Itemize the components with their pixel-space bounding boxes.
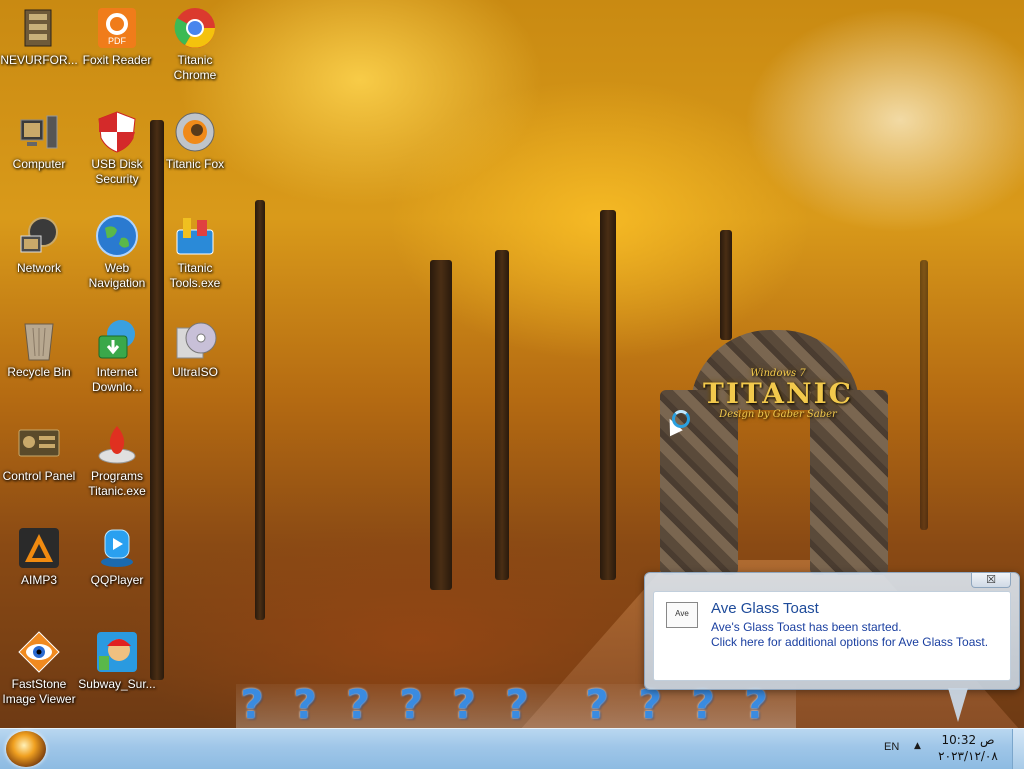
start-button[interactable]	[6, 731, 46, 767]
question-mark-icon[interactable]: ?	[393, 682, 429, 728]
desktop-icon-ultraiso[interactable]: UltraISO	[156, 318, 234, 380]
archive-icon	[17, 6, 61, 50]
desktop-icon-label: Programs Titanic.exe	[88, 469, 146, 498]
svg-text:PDF: PDF	[108, 36, 127, 46]
titanic-logo: Windows 7 TITANIC Design by Gaber Saber	[688, 368, 868, 420]
tree-trunk	[600, 210, 616, 580]
control-panel-icon	[17, 422, 61, 466]
desktop-icon-nevurfor[interactable]: NEVURFOR...	[0, 6, 78, 68]
question-mark-icon[interactable]: ?	[287, 682, 323, 728]
tree-trunk	[430, 260, 452, 590]
shield-icon	[95, 110, 139, 154]
desktop-icon-titanic-tools[interactable]: Titanic Tools.exe	[156, 214, 234, 291]
desktop-icon-computer[interactable]: Computer	[0, 110, 78, 172]
ave-glass-toast[interactable]: ☒ Ave Ave Glass Toast Ave's Glass Toast …	[644, 572, 1020, 690]
desktop-icon-subway-surfers[interactable]: Subway_Sur...	[78, 630, 156, 692]
desktop-icon-label: AIMP3	[20, 573, 57, 587]
desktop-icon-label: USB Disk Security	[91, 157, 143, 186]
tree-trunk	[255, 200, 265, 620]
toast-pointer	[948, 688, 968, 722]
tree-trunk	[495, 250, 509, 580]
globe-icon	[95, 214, 139, 258]
question-mark-icon[interactable]: ?	[499, 682, 535, 728]
network-icon	[17, 214, 61, 258]
pdf-icon: PDF	[95, 6, 139, 50]
desktop-icon-titanic-fox[interactable]: Titanic Fox	[156, 110, 234, 172]
desktop-icon-label: Titanic Chrome	[173, 53, 217, 82]
desktop-icon-label: Titanic Fox	[165, 157, 225, 171]
desktop-icon-recycle-bin[interactable]: Recycle Bin	[0, 318, 78, 380]
desktop-icon-label: Computer	[12, 157, 66, 171]
language-indicator[interactable]: EN	[884, 741, 899, 753]
tree-trunk	[720, 230, 732, 340]
desktop-icon-label: NEVURFOR...	[0, 53, 78, 67]
desktop-icon-usb-disk-security[interactable]: USB Disk Security	[78, 110, 156, 187]
taskbar: EN ▲ ص 10:32 ٢٠٢٣/١٢/٠٨	[0, 728, 1024, 769]
desktop-icon-internet-download[interactable]: Internet Downlo...	[78, 318, 156, 395]
desktop-icon-faststone[interactable]: FastStone Image Viewer	[0, 630, 78, 707]
desktop-icon-label: FastStone Image Viewer	[2, 677, 76, 706]
eye-icon	[17, 630, 61, 674]
toast-close-button[interactable]: ☒	[971, 573, 1011, 588]
desktop-icon-label: Internet Downlo...	[91, 365, 143, 394]
aimp-icon	[17, 526, 61, 570]
tree-trunk	[150, 120, 164, 680]
desktop-icon-web-navigation[interactable]: Web Navigation	[78, 214, 156, 291]
chrome-icon	[173, 6, 217, 50]
desktop-icon-label: Web Navigation	[88, 261, 146, 290]
desktop-icon-foxit-reader[interactable]: PDF Foxit Reader	[78, 6, 156, 68]
toast-app-icon: Ave	[666, 602, 698, 628]
stone-arch	[650, 330, 900, 575]
show-hidden-icons-arrow-icon[interactable]: ▲	[914, 741, 921, 751]
toast-options-link[interactable]: Click here for additional options for Av…	[711, 635, 988, 649]
tree-trunk	[920, 260, 928, 530]
clock-date[interactable]: ٢٠٢٣/١٢/٠٨	[932, 749, 1004, 763]
desktop-icon-control-panel[interactable]: Control Panel	[0, 422, 78, 484]
qqplayer-icon	[95, 526, 139, 570]
desktop-icon-titanic-chrome[interactable]: Titanic Chrome	[156, 6, 234, 83]
desktop-icon-label: Network	[16, 261, 61, 275]
desktop-icon-programs-titanic[interactable]: Programs Titanic.exe	[78, 422, 156, 499]
desktop-icon-label: Recycle Bin	[7, 365, 71, 379]
desktop-icon-label: Control Panel	[2, 469, 76, 483]
disc-icon	[173, 318, 217, 362]
show-desktop-button[interactable]	[1012, 729, 1024, 769]
toast-title: Ave Glass Toast	[711, 600, 819, 617]
clock-time[interactable]: ص 10:32	[932, 733, 1004, 747]
question-mark-icon[interactable]: ?	[234, 682, 270, 728]
subway-surfers-icon	[95, 630, 139, 674]
desktop-icon-label: Subway_Sur...	[78, 677, 156, 691]
busy-spinner-icon	[672, 410, 690, 428]
desktop-icon-label: UltraISO	[171, 365, 218, 379]
desktop-icon-label: Foxit Reader	[82, 53, 152, 67]
programs-icon	[95, 422, 139, 466]
question-mark-icon[interactable]: ?	[340, 682, 376, 728]
tools-icon	[173, 214, 217, 258]
desktop-icon-label: QQPlayer	[90, 573, 144, 587]
desktop-icon-aimp3[interactable]: AIMP3	[0, 526, 78, 588]
firefox-icon	[173, 110, 217, 154]
desktop-icon-qqplayer[interactable]: QQPlayer	[78, 526, 156, 588]
question-mark-icon[interactable]: ?	[446, 682, 482, 728]
download-manager-icon	[95, 318, 139, 362]
toast-body[interactable]: Ave Ave Glass Toast Ave's Glass Toast ha…	[653, 591, 1011, 681]
toast-message: Ave's Glass Toast has been started.	[711, 620, 902, 634]
question-mark-icon[interactable]: ?	[579, 682, 615, 728]
logo-tagline: Design by Gaber Saber	[719, 409, 837, 420]
computer-icon	[17, 110, 61, 154]
logo-title: TITANIC	[703, 377, 853, 410]
desktop-icon-label: Titanic Tools.exe	[169, 261, 221, 290]
desktop-icon-network[interactable]: Network	[0, 214, 78, 276]
recycle-bin-icon	[17, 318, 61, 362]
